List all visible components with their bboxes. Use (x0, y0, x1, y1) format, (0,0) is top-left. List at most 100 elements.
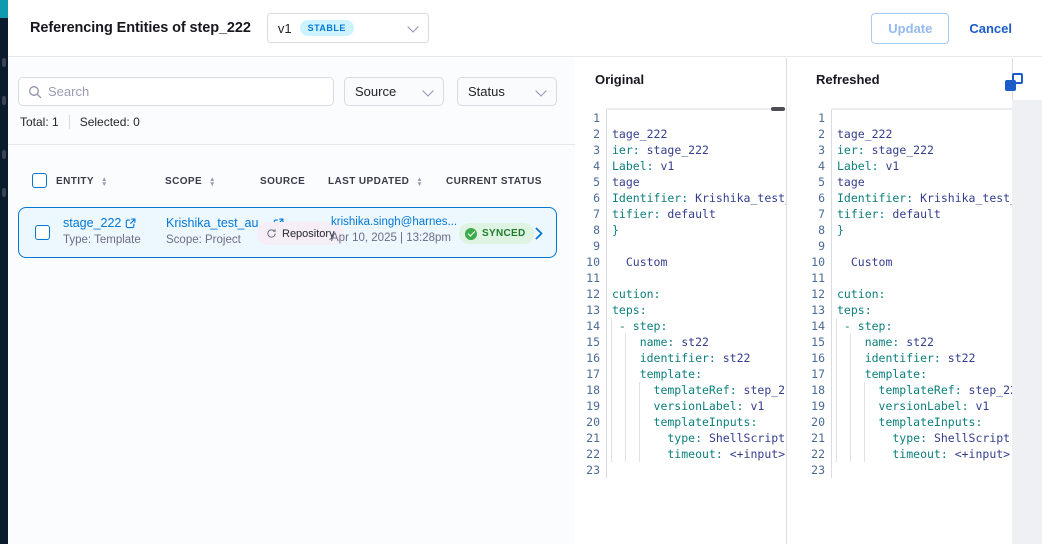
scope-link[interactable]: Krishika_test_au... (166, 216, 269, 230)
code-line: 9 (575, 238, 786, 254)
code-line-content: tage (831, 174, 1012, 190)
indent-guide (625, 430, 626, 446)
code-line-content: } (831, 222, 1012, 238)
repository-icon (266, 228, 277, 239)
original-code[interactable]: 12tage_2223ier: stage_2224Label: v15tage… (575, 110, 786, 544)
code-line: 21 type: ShellScript (788, 430, 1012, 446)
code-line: 6Identifier: Krishika_test_aut (575, 190, 786, 206)
search-input[interactable] (48, 84, 324, 99)
external-link-icon[interactable] (125, 218, 136, 229)
indent-guide (836, 366, 837, 382)
page-title: Referencing Entities of step_222 (30, 20, 251, 36)
column-header-scope[interactable]: SCOPE (165, 176, 215, 187)
cancel-button[interactable]: Cancel (969, 21, 1012, 36)
column-header-current-status: CURRENT STATUS (446, 176, 542, 187)
indent-guide (625, 350, 626, 366)
code-line: 6Identifier: Krishika_test_aut (788, 190, 1012, 206)
indent-guide (639, 430, 640, 446)
line-number: 13 (575, 302, 606, 318)
code-line-content: templateRef: step_222 (831, 382, 1012, 398)
code-line-content (606, 238, 786, 254)
status-filter-dropdown[interactable]: Status (457, 77, 557, 106)
indent-guide (836, 414, 837, 430)
indent-guide (611, 334, 612, 350)
selected-count: Selected: 0 (80, 115, 140, 129)
line-number: 3 (788, 142, 831, 158)
line-number: 5 (575, 174, 606, 190)
source-filter-label: Source (355, 84, 396, 99)
code-line: 15 name: st22 (575, 334, 786, 350)
indent-guide (850, 398, 851, 414)
line-number: 16 (788, 350, 831, 366)
indent-guide (639, 414, 640, 430)
line-number: 4 (788, 158, 831, 174)
header-actions: Update Cancel (871, 0, 1012, 57)
code-line: 21 type: ShellScript (575, 430, 786, 446)
code-line: 9 (788, 238, 1012, 254)
line-number: 23 (575, 462, 606, 478)
vertical-scrollbar-gutter[interactable] (1012, 100, 1042, 544)
source-filter-dropdown[interactable]: Source (344, 77, 444, 106)
code-line-content: timeout: <+input> (606, 446, 786, 462)
code-line-content: - step: (831, 318, 1012, 334)
chevron-down-icon (423, 87, 433, 97)
copy-button[interactable] (1005, 73, 1023, 91)
indent-guide (639, 398, 640, 414)
table-row[interactable]: stage_222 Type: Template Krishika_test_a… (18, 207, 557, 258)
indent-guide (850, 446, 851, 462)
line-number: 1 (575, 110, 606, 126)
code-line: 20 templateInputs: (788, 414, 1012, 430)
line-number: 23 (788, 462, 831, 478)
code-line: 14 - step: (788, 318, 1012, 334)
line-number: 1 (788, 110, 831, 126)
indent-guide (836, 398, 837, 414)
code-line: 2tage_222 (575, 126, 786, 142)
select-all-checkbox[interactable] (32, 173, 47, 188)
code-line-content: type: ShellScript (831, 430, 1012, 446)
last-updated-cell: krishika.singh@harnes... Apr 10, 2025 | … (331, 216, 461, 244)
search-input-wrapper (18, 77, 334, 106)
code-line: 3ier: stage_222 (575, 142, 786, 158)
refreshed-panel: Refreshed 12tage_2223ier: stage_2224Labe… (788, 58, 1013, 544)
check-circle-icon (465, 228, 477, 240)
code-line: 7tifier: default (575, 206, 786, 222)
refreshed-panel-title: Refreshed (816, 72, 880, 87)
chevron-down-icon (408, 23, 418, 33)
indent-guide (850, 350, 851, 366)
indent-guide (625, 446, 626, 462)
code-line: 14 - step: (575, 318, 786, 334)
code-line: 17 template: (788, 366, 1012, 382)
column-header-entity[interactable]: ENTITY (56, 176, 107, 187)
line-number: 15 (788, 334, 831, 350)
code-line-content: templateRef: step_222 (606, 382, 786, 398)
code-line: 11 (788, 270, 1012, 286)
code-line-content: - step: (606, 318, 786, 334)
status-badge: SYNCED (459, 223, 534, 244)
line-number: 3 (575, 142, 606, 158)
code-line: 22 timeout: <+input> (575, 446, 786, 462)
code-line-content: Custom (831, 254, 1012, 270)
entity-link[interactable]: stage_222 (63, 216, 121, 230)
indent-guide (850, 366, 851, 382)
chevron-right-icon[interactable] (532, 228, 542, 238)
refreshed-code[interactable]: 12tage_2223ier: stage_2224Label: v15tage… (788, 110, 1012, 544)
indent-guide (850, 430, 851, 446)
line-number: 18 (575, 382, 606, 398)
line-number: 11 (575, 270, 606, 286)
line-number: 20 (788, 414, 831, 430)
line-number: 10 (575, 254, 606, 270)
code-line-content (831, 462, 1012, 478)
row-checkbox[interactable] (35, 225, 50, 240)
line-number: 11 (788, 270, 831, 286)
sidebar-item-partial (2, 96, 6, 105)
line-number: 10 (788, 254, 831, 270)
column-header-last-updated[interactable]: LAST UPDATED (328, 176, 423, 187)
update-button[interactable]: Update (871, 13, 949, 44)
version-label: v1 (278, 21, 292, 36)
version-dropdown[interactable]: v1 STABLE (267, 13, 429, 43)
code-line: 8} (575, 222, 786, 238)
indent-guide (836, 334, 837, 350)
code-line-content: Identifier: Krishika_test_aut (831, 190, 1012, 206)
line-number: 17 (788, 366, 831, 382)
code-line-content: identifier: st22 (831, 350, 1012, 366)
